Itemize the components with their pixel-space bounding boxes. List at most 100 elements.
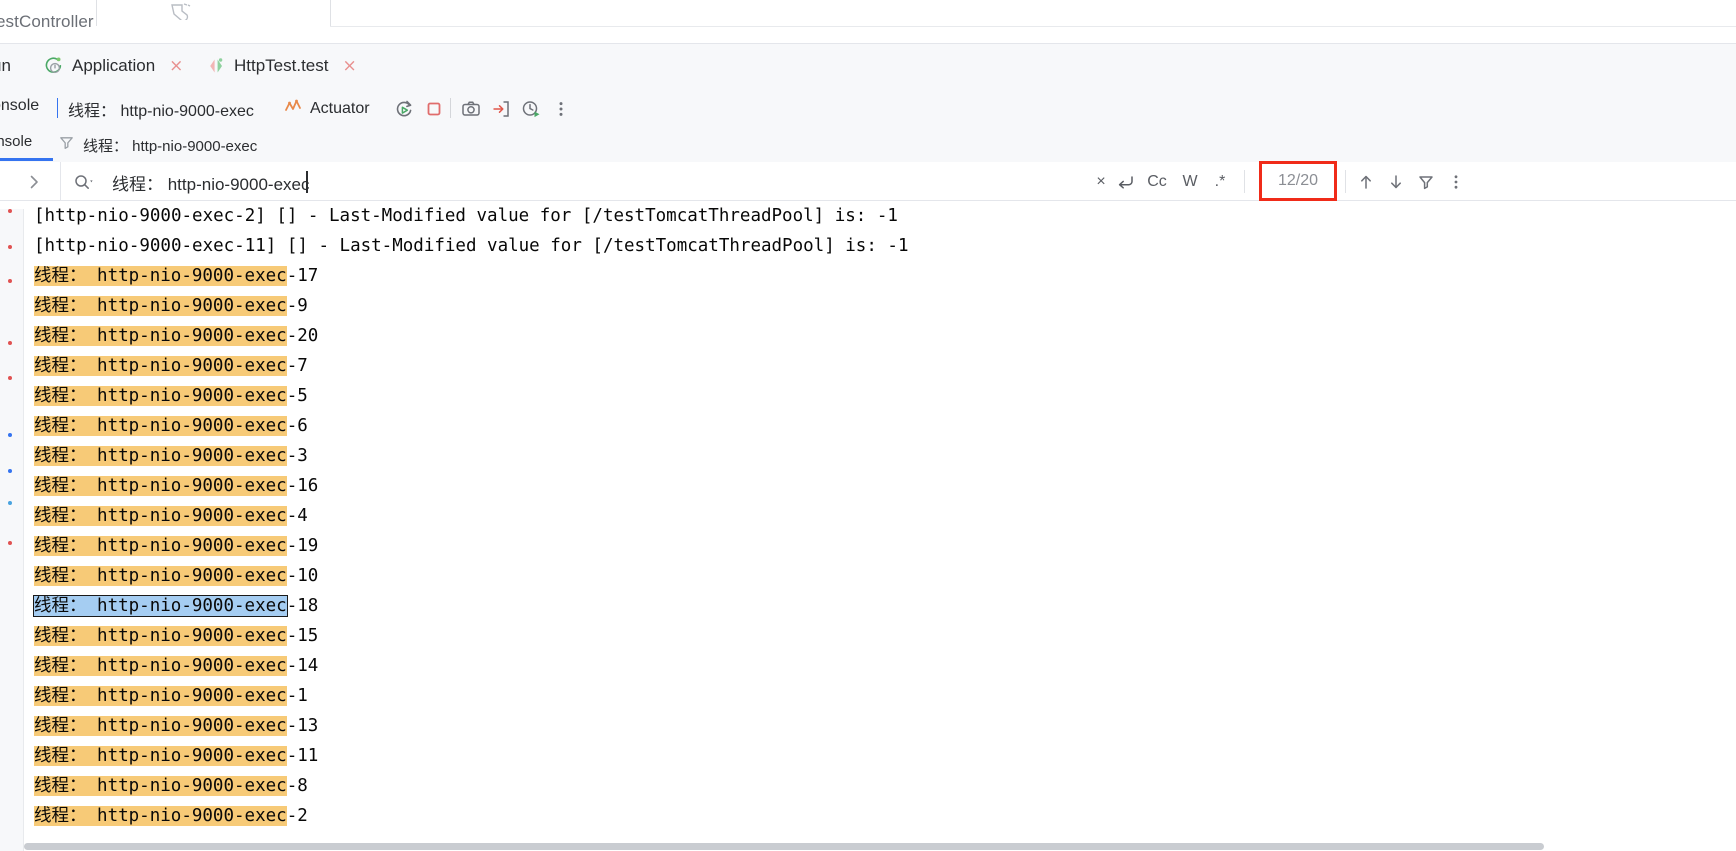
console-toolbar-separator	[57, 98, 58, 118]
console-line-match[interactable]: 线程： http-nio-9000-exec-11	[24, 741, 1736, 771]
console-line[interactable]: [http-nio-9000-exec-2] [] - Last-Modifie…	[24, 201, 1736, 231]
breadcrumb[interactable]: estController	[0, 12, 94, 32]
console-line-match[interactable]: 线程： http-nio-9000-exec-18	[24, 591, 1736, 621]
console-line-match[interactable]: 线程： http-nio-9000-exec-6	[24, 411, 1736, 441]
horizontal-scrollbar-thumb[interactable]	[24, 843, 1544, 850]
match-highlight: 线程： http-nio-9000-exec	[34, 716, 287, 736]
search-clear-button[interactable]: ×	[1090, 171, 1112, 193]
search-divider-1	[1244, 170, 1245, 193]
console-line-match[interactable]: 线程： http-nio-9000-exec-1	[24, 681, 1736, 711]
console-toolbar-console-label[interactable]: onsole	[0, 97, 39, 115]
words-toggle[interactable]: W	[1179, 171, 1201, 193]
match-highlight: 线程： http-nio-9000-exec	[34, 806, 287, 826]
console-gutter[interactable]	[0, 201, 24, 851]
subtab-console[interactable]: onsole	[0, 133, 32, 150]
console-line-match[interactable]: 线程： http-nio-9000-exec-15	[24, 621, 1736, 651]
run-tab-bar: un Application × HttpTes	[0, 44, 1736, 131]
gutter-markers	[0, 201, 24, 851]
chevron-right-icon[interactable]	[24, 172, 44, 192]
line-suffix: -2	[286, 806, 308, 826]
console-filter-chip[interactable]: 线程： http-nio-9000-exec	[58, 134, 257, 156]
console-line-match[interactable]: 线程： http-nio-9000-exec-4	[24, 501, 1736, 531]
console-right-edge	[1730, 201, 1736, 851]
line-suffix: -13	[286, 716, 319, 736]
console-line-match[interactable]: 线程： http-nio-9000-exec-17	[24, 261, 1736, 291]
spring-run-icon	[44, 56, 64, 76]
horizontal-scrollbar[interactable]	[24, 841, 1736, 851]
export-button[interactable]	[488, 96, 514, 122]
line-suffix: -11	[286, 746, 319, 766]
match-highlight: 线程： http-nio-9000-exec	[34, 296, 287, 316]
sock-icon	[168, 2, 196, 22]
gutter-marker-dot	[8, 501, 12, 505]
console-line-match[interactable]: 线程： http-nio-9000-exec-5	[24, 381, 1736, 411]
regex-toggle[interactable]: .*	[1209, 171, 1231, 193]
match-count-label: 12/20	[1277, 172, 1319, 189]
tab-httptest[interactable]: HttpTest.test ×	[196, 44, 367, 88]
arrow-up-icon[interactable]	[1355, 171, 1377, 193]
search-more-icon[interactable]	[1445, 171, 1467, 193]
match-highlight: 线程： http-nio-9000-exec	[34, 536, 287, 556]
console-output[interactable]: [http-nio-9000-exec-4] [] - Last-Modifie…	[0, 201, 1736, 851]
line-suffix: -4	[286, 506, 308, 526]
line-suffix: -9	[286, 296, 308, 316]
toolbar-divider	[450, 98, 451, 118]
stop-button[interactable]	[421, 96, 447, 122]
console-line-match[interactable]: 线程： http-nio-9000-exec-8	[24, 771, 1736, 801]
strip-divider-right	[330, 0, 331, 26]
console-line-match[interactable]: 线程： http-nio-9000-exec-2	[24, 801, 1736, 831]
more-options-button[interactable]	[548, 96, 574, 122]
match-highlight: 线程： http-nio-9000-exec	[34, 626, 287, 646]
tab-application[interactable]: Application ×	[34, 44, 193, 88]
rerun-button[interactable]	[391, 96, 417, 122]
match-highlight: 线程： http-nio-9000-exec	[34, 416, 287, 436]
console-toolbar-thread-label[interactable]: 线程： http-nio-9000-exec	[68, 97, 254, 121]
match-count-highlight-box: 12/20	[1259, 161, 1337, 201]
actuator-button[interactable]: Actuator	[283, 96, 370, 121]
gutter-marker-dot	[8, 541, 12, 545]
console-line-list[interactable]: [http-nio-9000-exec-2] [] - Last-Modifie…	[24, 201, 1736, 851]
tab-httptest-close-icon[interactable]: ×	[342, 57, 356, 75]
line-suffix: -18	[286, 596, 319, 616]
console-line-match[interactable]: 线程： http-nio-9000-exec-9	[24, 291, 1736, 321]
line-suffix: -16	[286, 476, 319, 496]
console-line-match[interactable]: 线程： http-nio-9000-exec-10	[24, 561, 1736, 591]
console-line-match[interactable]: 线程： http-nio-9000-exec-14	[24, 651, 1736, 681]
line-suffix: -19	[286, 536, 319, 556]
match-highlight: 线程： http-nio-9000-exec	[34, 326, 287, 346]
console-line-match[interactable]: 线程： http-nio-9000-exec-20	[24, 321, 1736, 351]
arrow-down-icon[interactable]	[1385, 171, 1407, 193]
search-dropdown-icon[interactable]	[72, 173, 96, 191]
console-line[interactable]: [http-nio-9000-exec-11] [] - Last-Modifi…	[24, 231, 1736, 261]
line-suffix: -20	[286, 326, 319, 346]
funnel-icon	[58, 134, 75, 156]
http-client-icon	[206, 56, 226, 76]
gutter-marker-dot	[8, 245, 12, 249]
line-suffix: -17	[286, 266, 319, 286]
profiler-button[interactable]	[518, 96, 544, 122]
screenshot-button[interactable]	[458, 96, 484, 122]
match-highlight: 线程： http-nio-9000-exec	[34, 266, 287, 286]
search-divider-2	[1345, 170, 1346, 193]
search-filter-icon[interactable]	[1415, 171, 1437, 193]
new-line-icon[interactable]	[1114, 171, 1136, 193]
console-line-match[interactable]: 线程： http-nio-9000-exec-19	[24, 531, 1736, 561]
console-line-match[interactable]: 线程： http-nio-9000-exec-7	[24, 351, 1736, 381]
console-line-match[interactable]: 线程： http-nio-9000-exec-13	[24, 711, 1736, 741]
search-caret	[306, 171, 308, 193]
strip-divider-left	[96, 0, 97, 26]
match-highlight: 线程： http-nio-9000-exec	[34, 746, 287, 766]
tab-application-close-icon[interactable]: ×	[169, 57, 183, 75]
line-suffix: -3	[286, 446, 308, 466]
gutter-marker-dot	[8, 341, 12, 345]
actuator-graph-icon	[283, 96, 303, 121]
gutter-marker-dot	[8, 433, 12, 437]
idea-run-console-window: estController un Application ×	[0, 0, 1736, 851]
console-line-match[interactable]: 线程： http-nio-9000-exec-16	[24, 471, 1736, 501]
match-case-toggle[interactable]: Cc	[1146, 171, 1168, 193]
gutter-marker-dot	[8, 469, 12, 473]
match-highlight: 线程： http-nio-9000-exec	[34, 506, 287, 526]
search-input[interactable]: 线程： http-nio-9000-exec	[112, 170, 632, 195]
line-suffix: -5	[286, 386, 308, 406]
console-line-match[interactable]: 线程： http-nio-9000-exec-3	[24, 441, 1736, 471]
